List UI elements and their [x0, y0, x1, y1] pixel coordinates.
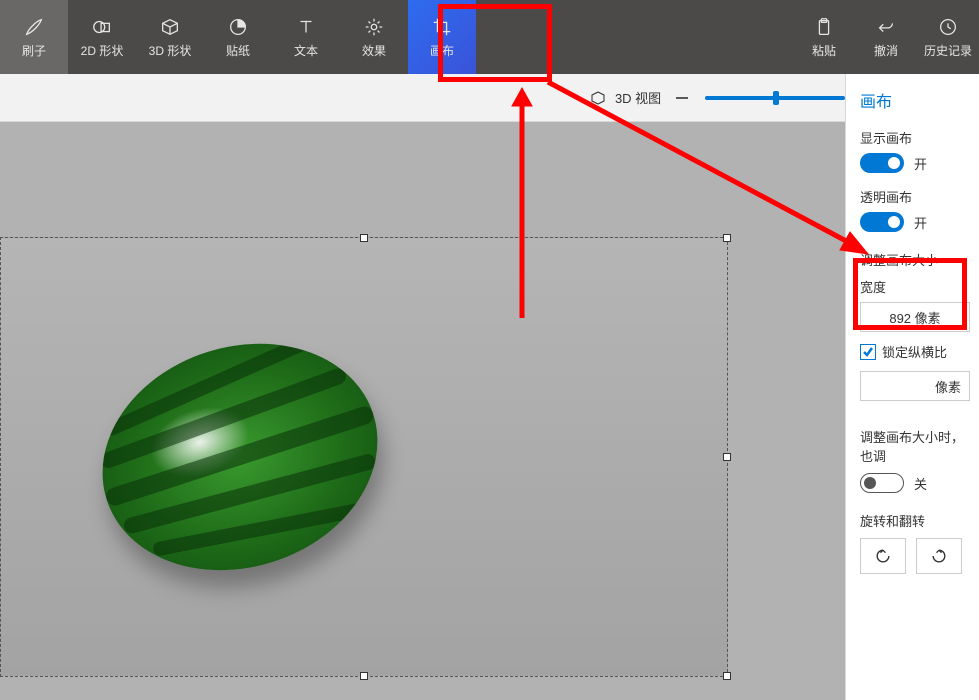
show-canvas-label: 显示画布	[860, 128, 971, 147]
sub-toolbar: 3D 视图 100%	[0, 74, 979, 122]
lock-aspect-label: 锁定纵横比	[882, 342, 947, 361]
view-3d-label: 3D 视图	[615, 88, 661, 107]
shape2d-icon	[91, 16, 113, 38]
transparent-canvas-label: 透明画布	[860, 187, 971, 206]
lock-aspect-checkbox[interactable]	[860, 344, 876, 360]
show-canvas-toggle[interactable]	[860, 153, 904, 173]
resize-note-label: 调整画布大小时，也调	[860, 427, 971, 465]
transparent-canvas-state: 开	[914, 213, 927, 232]
tool-undo-label: 撤消	[874, 42, 898, 59]
canvas-viewport[interactable]	[0, 122, 979, 700]
resize-handle-right[interactable]	[723, 453, 731, 461]
tool-paste[interactable]: 粘贴	[793, 0, 855, 74]
canvas-properties-panel: 画布 显示画布 开 透明画布 开 调整画布大小 宽度 892 像素 锁定纵横比 …	[845, 74, 979, 700]
zoom-slider-thumb[interactable]	[773, 91, 779, 105]
canvas-width-input[interactable]: 892 像素	[860, 302, 970, 332]
resize-content-toggle[interactable]	[860, 473, 904, 493]
width-label: 宽度	[860, 277, 971, 296]
tool-text[interactable]: 文本	[272, 0, 340, 74]
paste-icon	[813, 16, 835, 38]
resize-canvas-label: 调整画布大小	[860, 250, 971, 269]
canvas-crop-icon	[431, 16, 453, 38]
tool-history[interactable]: 历史记录	[917, 0, 979, 74]
unit-dropdown[interactable]: 像素	[860, 371, 970, 401]
panel-title: 画布	[860, 88, 971, 112]
tool-3d-label: 3D 形状	[149, 42, 192, 59]
rotate-left-button[interactable]	[860, 538, 906, 574]
resize-handle-top[interactable]	[360, 234, 368, 242]
canvas-content-watermelon	[100, 347, 380, 567]
rotate-right-button[interactable]	[916, 538, 962, 574]
effect-icon	[363, 16, 385, 38]
tool-3d-shape[interactable]: 3D 形状	[136, 0, 204, 74]
top-toolbar: 刷子 2D 形状 3D 形状 贴纸 文本 效果 画布 粘贴 撤消 历史记录	[0, 0, 979, 74]
tool-history-label: 历史记录	[924, 42, 972, 59]
tool-brush[interactable]: 刷子	[0, 0, 68, 74]
main-area	[0, 122, 979, 700]
tool-sticker[interactable]: 贴纸	[204, 0, 272, 74]
cube-outline-icon	[589, 89, 607, 107]
resize-handle-bottom-right[interactable]	[723, 672, 731, 680]
tool-2d-shape[interactable]: 2D 形状	[68, 0, 136, 74]
tool-canvas-label: 画布	[430, 42, 454, 59]
view-3d-button[interactable]: 3D 视图	[589, 88, 661, 107]
tool-effect[interactable]: 效果	[340, 0, 408, 74]
lock-aspect-row[interactable]: 锁定纵横比	[860, 342, 971, 361]
tool-2d-label: 2D 形状	[81, 42, 124, 59]
tool-canvas[interactable]: 画布	[408, 0, 476, 74]
text-icon	[295, 16, 317, 38]
brush-icon	[23, 16, 45, 38]
tool-sticker-label: 贴纸	[226, 42, 250, 59]
show-canvas-state: 开	[914, 154, 927, 173]
resize-content-state: 关	[914, 474, 927, 493]
undo-icon	[875, 16, 897, 38]
shape3d-icon	[159, 16, 181, 38]
zoom-slider[interactable]	[705, 96, 845, 100]
sticker-icon	[227, 16, 249, 38]
tool-brush-label: 刷子	[22, 42, 46, 59]
resize-handle-top-right[interactable]	[723, 234, 731, 242]
transparent-canvas-toggle[interactable]	[860, 212, 904, 232]
history-icon	[937, 16, 959, 38]
tool-paste-label: 粘贴	[812, 42, 836, 59]
tool-undo[interactable]: 撤消	[855, 0, 917, 74]
tool-effect-label: 效果	[362, 42, 386, 59]
zoom-out-button[interactable]	[673, 89, 691, 107]
resize-handle-bottom[interactable]	[360, 672, 368, 680]
topbar-right-group: 粘贴 撤消 历史记录	[793, 0, 979, 74]
tool-text-label: 文本	[294, 42, 318, 59]
rotate-flip-label: 旋转和翻转	[860, 511, 971, 530]
